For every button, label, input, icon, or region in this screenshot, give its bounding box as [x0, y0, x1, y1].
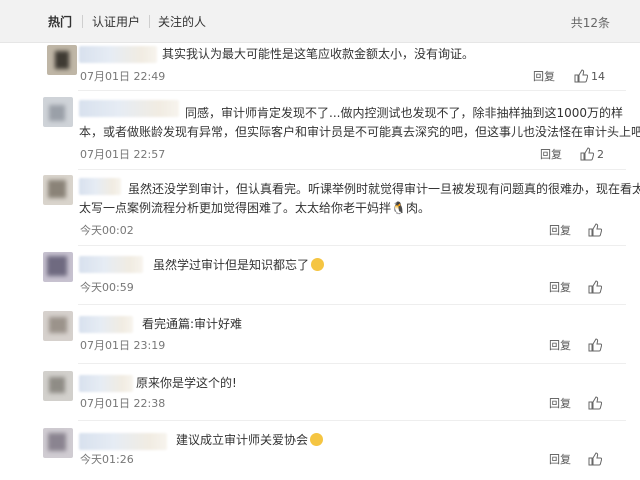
avatar[interactable]: [43, 175, 73, 205]
reply-button[interactable]: 回复: [549, 339, 571, 353]
comment-text: 其实我认为最大可能性是这笔应收款金额太小，没有询证。: [162, 47, 475, 61]
comment-text: 看完通篇:审计好难: [142, 317, 243, 331]
comment-text: 同感，审计师肯定发现不了...做内控测试也发现不了，除非抽样抽到这1000万的样: [185, 106, 623, 120]
like-count: 14: [591, 70, 605, 83]
username[interactable]: [79, 100, 179, 117]
thumbs-up-icon: [574, 69, 588, 83]
comment-text-line2: 太写一点案例流程分析更加觉得困难了。太太给你老干妈拌🐧肉。: [79, 201, 430, 215]
divider: [78, 304, 626, 305]
comment-text: 原来你是学这个的!: [136, 376, 237, 390]
tab-divider: [149, 15, 150, 28]
comment-text: 虽然学过审计但是知识都忘了: [153, 256, 325, 275]
reply-button[interactable]: 回复: [549, 281, 571, 295]
avatar[interactable]: [43, 97, 73, 127]
laughing-emoji-icon: [310, 433, 324, 446]
avatar[interactable]: [43, 311, 73, 341]
crying-emoji-icon: [311, 258, 325, 271]
username[interactable]: [79, 178, 121, 195]
thumbs-up-icon: [588, 452, 602, 466]
tab-following[interactable]: 关注的人: [158, 14, 206, 30]
username[interactable]: [79, 256, 143, 273]
reply-button[interactable]: 回复: [549, 397, 571, 411]
divider: [78, 169, 626, 170]
thumbs-up-icon: [588, 280, 602, 294]
avatar[interactable]: [43, 371, 73, 401]
comment-filter-tabs: 热门 认证用户 关注的人 共12条: [0, 0, 640, 43]
like-count: 2: [597, 148, 604, 161]
comment-text: 建议成立审计师关爱协会: [176, 431, 324, 450]
comment-text: 虽然还没学到审计，但认真看完。听课举例时就觉得审计一旦被发现有问题真的很难办，现…: [128, 182, 640, 196]
comment-time: 07月01日 22:49: [80, 70, 166, 83]
comment-time: 07月01日 22:57: [80, 148, 166, 161]
divider: [78, 90, 626, 91]
reply-button[interactable]: 回复: [549, 224, 571, 238]
thumbs-up-icon: [588, 223, 602, 237]
divider: [78, 420, 626, 421]
thumbs-up-icon: [588, 338, 602, 352]
username[interactable]: [79, 316, 133, 333]
comment-time: 今天00:02: [80, 224, 134, 237]
avatar[interactable]: [47, 45, 77, 75]
comment-count: 共12条: [570, 16, 610, 30]
username[interactable]: [79, 433, 167, 450]
tab-divider: [82, 15, 83, 28]
username[interactable]: [79, 46, 157, 63]
reply-button[interactable]: 回复: [540, 148, 562, 162]
divider: [78, 245, 626, 246]
tab-hot[interactable]: 热门: [48, 14, 72, 30]
comment-time: 07月01日 23:19: [80, 339, 166, 352]
avatar[interactable]: [43, 252, 73, 282]
username[interactable]: [79, 375, 133, 392]
tab-verified-users[interactable]: 认证用户: [92, 14, 140, 30]
comment-time: 今天01:26: [80, 453, 134, 466]
comment-time: 07月01日 22:38: [80, 397, 166, 410]
divider: [78, 363, 626, 364]
comment-text-line2: 本，或者做账龄发现有异常，但实际客户和审计员是不可能真去深究的吧，但这事儿也没法…: [79, 125, 640, 139]
reply-button[interactable]: 回复: [533, 70, 555, 84]
thumbs-up-icon: [580, 147, 594, 161]
comment-time: 今天00:59: [80, 281, 134, 294]
avatar[interactable]: [43, 428, 73, 458]
reply-button[interactable]: 回复: [549, 453, 571, 467]
thumbs-up-icon: [588, 396, 602, 410]
comment-panel: 热门 认证用户 关注的人 共12条 其实我认为最大可能性是这笔应收款金额太小，没…: [0, 0, 640, 480]
